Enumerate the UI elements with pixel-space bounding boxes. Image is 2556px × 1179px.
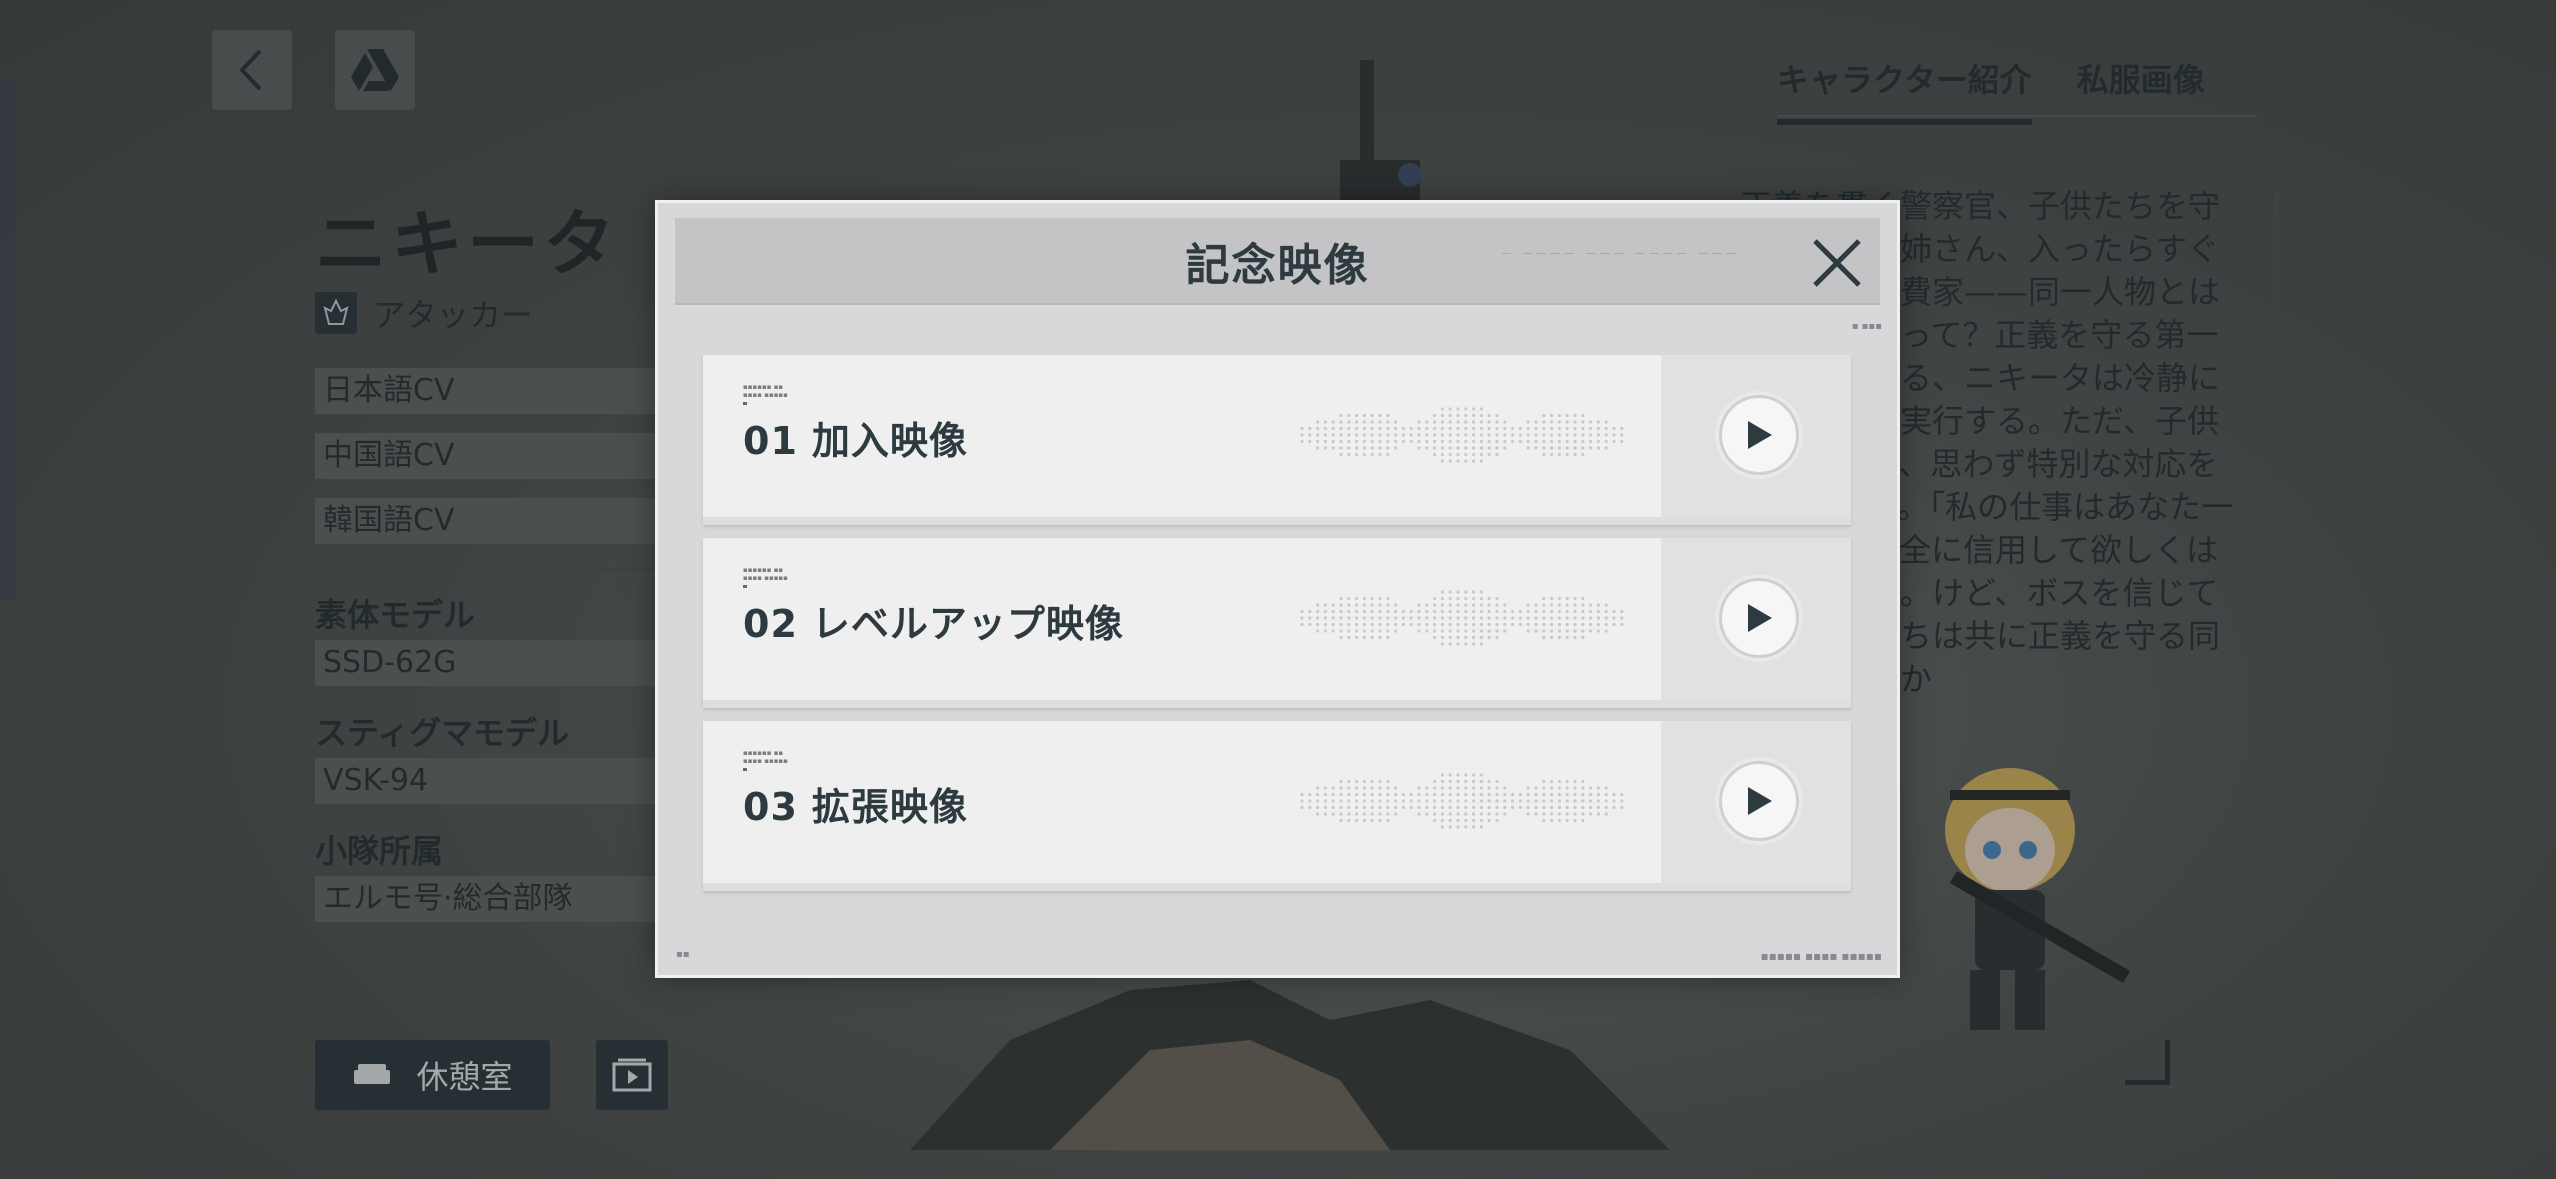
video-item-number: 03 — [743, 785, 798, 829]
header-decoration: — ———— ——— ———— ——— — [1501, 248, 1740, 259]
video-item-02[interactable]: ▪▪▪▪▪▪ ▪▪ ▪▪▪▪ ▪▪▪▪▪ 02 レベルアップ映像 — [703, 538, 1851, 708]
item-decoration: ▪▪▪▪▪▪ ▪▪ ▪▪▪▪ ▪▪▪▪▪ — [743, 566, 788, 588]
play-zone — [1661, 355, 1851, 517]
item-decoration: ▪▪▪▪▪▪ ▪▪ ▪▪▪▪ ▪▪▪▪▪ — [743, 749, 788, 771]
video-item-label: 拡張映像 — [811, 785, 968, 829]
video-item-title: 03 拡張映像 — [743, 776, 968, 831]
close-icon — [1813, 239, 1861, 287]
play-zone — [1661, 721, 1851, 883]
waveform-decoration — [1300, 407, 1624, 463]
item-decoration: ▪▪▪▪▪▪ ▪▪ ▪▪▪▪ ▪▪▪▪▪ — [743, 383, 788, 405]
close-button[interactable] — [1802, 228, 1872, 298]
play-icon — [1748, 421, 1772, 449]
video-item-label: 加入映像 — [811, 419, 968, 463]
video-item-label: レベルアップ映像 — [811, 602, 1124, 646]
video-item-number: 02 — [743, 602, 798, 646]
modal-header: 記念映像 — ———— ——— ———— ——— — [675, 218, 1880, 305]
waveform-decoration — [1300, 590, 1624, 646]
video-item-number: 01 — [743, 419, 798, 463]
play-zone — [1661, 538, 1851, 700]
play-icon — [1748, 787, 1772, 815]
video-item-title: 01 加入映像 — [743, 410, 968, 465]
play-button[interactable] — [1719, 761, 1799, 841]
waveform-decoration — [1300, 773, 1624, 829]
play-button[interactable] — [1719, 395, 1799, 475]
video-item-03[interactable]: ▪▪▪▪▪▪ ▪▪ ▪▪▪▪ ▪▪▪▪▪ 03 拡張映像 — [703, 721, 1851, 891]
play-icon — [1748, 604, 1772, 632]
modal-code-bottom-right: ▪▪▪▪▪ ▪▪▪▪ ▪▪▪▪▪ — [1760, 949, 1883, 963]
memorial-video-modal: 記念映像 — ———— ——— ———— ——— ▪▪▪▪▪▪ ▪▪ ▪▪▪▪ ▪… — [655, 200, 1900, 978]
video-item-01[interactable]: ▪▪▪▪▪▪ ▪▪ ▪▪▪▪ ▪▪▪▪▪ 01 加入映像 — [703, 355, 1851, 525]
modal-code-bottom-left: ▪▪ — [676, 949, 690, 960]
modal-code-top: ▪ ▪▪▪ — [1851, 321, 1882, 332]
modal-title: 記念映像 — [1185, 239, 1370, 291]
play-button[interactable] — [1719, 578, 1799, 658]
video-item-title: 02 レベルアップ映像 — [743, 593, 1124, 648]
